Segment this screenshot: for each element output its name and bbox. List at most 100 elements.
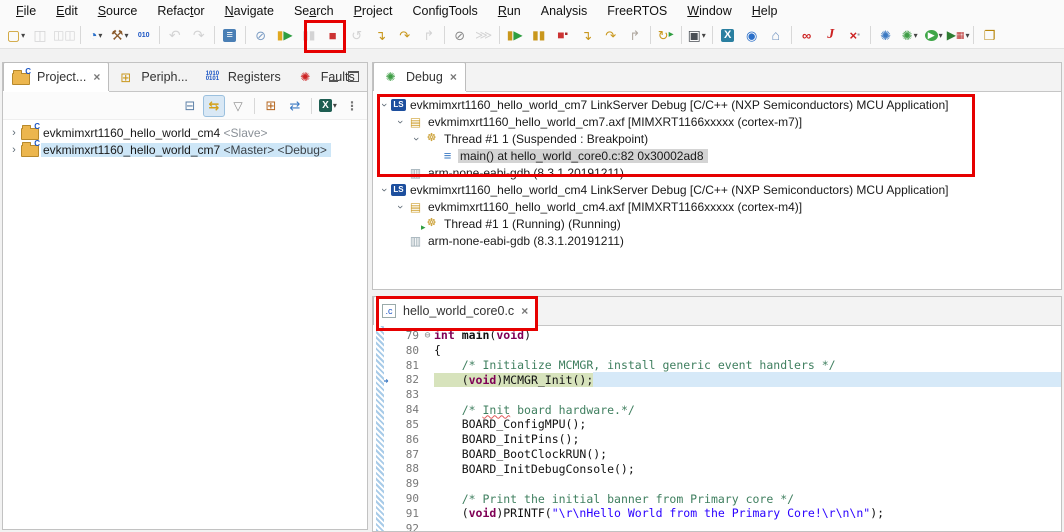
tab-hello-world-core0[interactable]: hello_world_core0.c ×	[373, 296, 537, 325]
save-all-button[interactable]: ◫◫	[52, 24, 77, 46]
profile-dropdown-icon[interactable]: ▾	[965, 31, 969, 40]
tree-row[interactable]: ›evkmimxrt1160_hello_world_cm4 LinkServe…	[373, 181, 1061, 198]
tree-row[interactable]: ›Thread #1 1 (Suspended : Breakpoint)	[373, 130, 1061, 147]
tree-row[interactable]: ›evkmimxrt1160_hello_world_cm7 <Master> …	[3, 141, 367, 158]
save-button[interactable]: ◫	[28, 24, 52, 46]
console-button[interactable]: ≡	[218, 24, 242, 46]
config-tools-x-dropdown-icon[interactable]: ▾	[333, 101, 337, 110]
sync-button[interactable]: ⇄	[284, 95, 306, 117]
maximize-icon[interactable]	[348, 71, 359, 82]
code-line[interactable]: 87 BOARD_BootClockRUN();	[373, 447, 1061, 462]
resume-button[interactable]: ▮▶	[273, 24, 297, 46]
code-line[interactable]: 86 BOARD_InitPins();	[373, 432, 1061, 447]
tab-periph[interactable]: Periph...	[109, 63, 196, 91]
menu-window[interactable]: Window	[677, 2, 741, 20]
debug-button[interactable]: ✺▾	[898, 24, 922, 46]
chevron-down-icon[interactable]: ›	[378, 98, 390, 112]
menu-navigate[interactable]: Navigate	[215, 2, 284, 20]
menu-refactor[interactable]: Refactor	[147, 2, 214, 20]
tree-row[interactable]: Thread #1 1 (Running) (Running)	[373, 215, 1061, 232]
view-menu-button[interactable]: ⋮	[341, 95, 363, 117]
menu-analysis[interactable]: Analysis	[531, 2, 598, 20]
chevron-down-icon[interactable]: ›	[394, 200, 406, 214]
step-filters-button[interactable]: ⋙	[472, 24, 496, 46]
tree-row[interactable]: ›evkmimxrt1160_hello_world_cm4.axf [MIMX…	[373, 198, 1061, 215]
open-perspective-button[interactable]: ❐	[977, 24, 1001, 46]
attach-debug-button[interactable]: ✺	[874, 24, 898, 46]
tree-row[interactable]: ›evkmimxrt1160_hello_world_cm4 <Slave>	[3, 124, 367, 141]
detach-tool-button[interactable]: ×▪	[843, 24, 867, 46]
tree-row[interactable]: arm-none-eabi-gdb (8.3.1.20191211)	[373, 164, 1061, 181]
binary-utilities-button[interactable]: 010	[132, 24, 156, 46]
close-icon[interactable]: ×	[521, 304, 528, 318]
code-line[interactable]: 81 /* Initialize MCMGR, install generic …	[373, 358, 1061, 373]
terminate-button[interactable]: ■	[321, 24, 345, 46]
new-wizard-button[interactable]: ▢▾	[4, 24, 28, 46]
step-return-button[interactable]: ↱	[417, 24, 441, 46]
build-dropdown-icon[interactable]: ▾	[124, 31, 128, 40]
gui-flash-tool-dropdown-icon[interactable]: ▾	[702, 31, 706, 40]
code-line[interactable]: 92	[373, 521, 1061, 531]
welcome-globe-button[interactable]: ◉	[740, 24, 764, 46]
menu-freertos[interactable]: FreeRTOS	[597, 2, 677, 20]
chevron-right-icon[interactable]: ›	[7, 144, 21, 156]
suspend-all-button[interactable]: ▮▮	[527, 24, 551, 46]
step-over-button[interactable]: ↷	[393, 24, 417, 46]
code-line[interactable]: 79⊖int main(void)	[373, 328, 1061, 343]
build-button[interactable]: ⚒▾	[108, 24, 132, 46]
menu-edit[interactable]: Edit	[46, 2, 88, 20]
gui-flash-tool-button[interactable]: ▣▾	[685, 24, 709, 46]
tree-row[interactable]: ›evkmimxrt1160_hello_world_cm7 LinkServe…	[373, 96, 1061, 113]
code-line[interactable]: 89	[373, 476, 1061, 491]
link-tool-button[interactable]: ∞	[795, 24, 819, 46]
code-line[interactable]: 91 (void)PRINTF("\r\nHello World from th…	[373, 506, 1061, 521]
tree-row[interactable]: arm-none-eabi-gdb (8.3.1.20191211)	[373, 232, 1061, 249]
code-line[interactable]: 84 /* Init board hardware.*/	[373, 402, 1061, 417]
ide-config-tools-button[interactable]: X	[716, 24, 740, 46]
launch-config-dropdown-icon[interactable]: ▾	[98, 31, 102, 40]
link-with-editor-button[interactable]: ⇆	[203, 95, 225, 117]
menu-file[interactable]: File	[6, 2, 46, 20]
chevron-down-icon[interactable]: ›	[410, 132, 422, 146]
instruction-step-return-button[interactable]: ↱	[623, 24, 647, 46]
menu-search[interactable]: Search	[284, 2, 344, 20]
terminate-all-button[interactable]: ■▪	[551, 24, 575, 46]
redo-button[interactable]: ↷	[187, 24, 211, 46]
tab-registers[interactable]: Registers	[196, 63, 289, 91]
minimize-icon[interactable]	[329, 71, 338, 82]
home-button[interactable]: ⌂	[764, 24, 788, 46]
code-line[interactable]: →82 (void)MCMGR_Init();	[373, 372, 1061, 387]
debug-dropdown-icon[interactable]: ▾	[914, 31, 918, 40]
code-line[interactable]: 90 /* Print the initial banner from Prim…	[373, 491, 1061, 506]
close-icon[interactable]: ×	[450, 70, 457, 84]
fold-collapse-icon[interactable]: ⊖	[421, 330, 434, 341]
config-tools-x-button[interactable]: X▾	[317, 95, 339, 117]
menu-configtools[interactable]: ConfigTools	[402, 2, 487, 20]
tab-debug[interactable]: Debug ×	[373, 62, 466, 91]
restart-button[interactable]: ↻▸	[654, 24, 678, 46]
menu-project[interactable]: Project	[344, 2, 403, 20]
chevron-down-icon[interactable]: ›	[394, 115, 406, 129]
code-line[interactable]: 80{	[373, 343, 1061, 358]
new-wizard-dropdown-icon[interactable]: ▾	[21, 31, 25, 40]
tab-project[interactable]: Project...×	[3, 62, 109, 91]
grid-view-button[interactable]: ⊞	[260, 95, 282, 117]
menu-help[interactable]: Help	[742, 2, 788, 20]
instruction-step-into-button[interactable]: ↴	[575, 24, 599, 46]
undo-button[interactable]: ↶	[163, 24, 187, 46]
skip-all-breakpoints-button[interactable]: ⊘	[448, 24, 472, 46]
reset-button[interactable]: ↺	[345, 24, 369, 46]
run-button[interactable]: ▶▾	[922, 24, 946, 46]
menu-run[interactable]: Run	[488, 2, 531, 20]
jlink-tool-button[interactable]: J	[819, 24, 843, 46]
menu-source[interactable]: Source	[88, 2, 148, 20]
filter-button[interactable]: ▽	[227, 95, 249, 117]
run-dropdown-icon[interactable]: ▾	[939, 31, 943, 40]
code-editor[interactable]: 79⊖int main(void)80{81 /* Initialize MCM…	[373, 326, 1061, 531]
code-line[interactable]: 85 BOARD_ConfigMPU();	[373, 417, 1061, 432]
resume-all-button[interactable]: ▮▶	[503, 24, 527, 46]
tree-row[interactable]: main() at hello_world_core0.c:82 0x30002…	[373, 147, 1061, 164]
step-into-button[interactable]: ↴	[369, 24, 393, 46]
launch-config-button[interactable]: ◔▾	[84, 24, 108, 46]
chevron-right-icon[interactable]: ›	[7, 127, 21, 139]
